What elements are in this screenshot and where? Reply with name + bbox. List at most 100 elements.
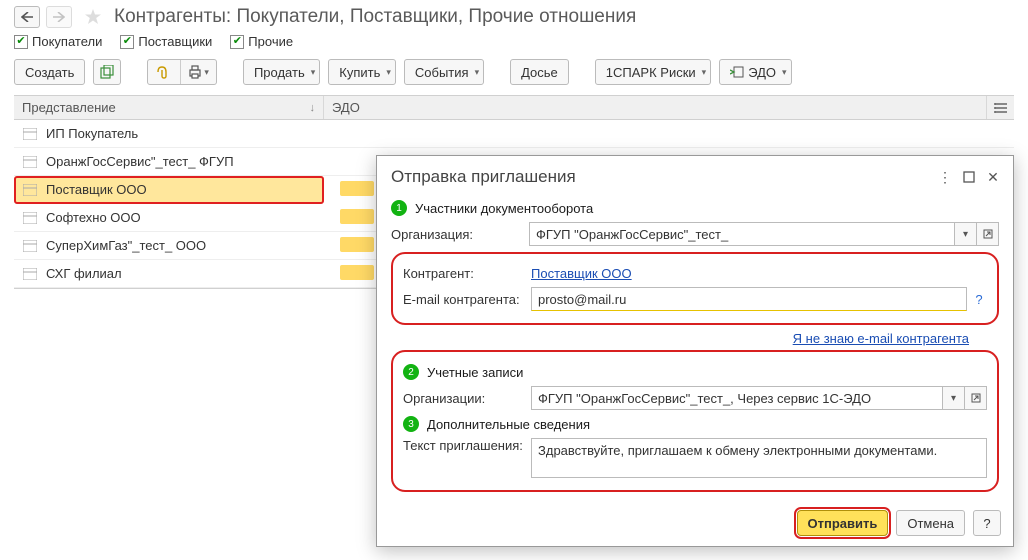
card-icon	[22, 210, 38, 226]
organizations-input[interactable]: ФГУП "ОранжГосСервис"_тест_, Через серви…	[531, 386, 943, 410]
nav-back-button[interactable]	[14, 6, 40, 28]
popup-more-button[interactable]: ⋮	[933, 166, 957, 188]
col-label: Представление	[22, 100, 116, 115]
contractor-link[interactable]: Поставщик ООО	[531, 266, 632, 281]
col-label: ЭДО	[332, 100, 360, 115]
email-input[interactable]: prosto@mail.ru	[531, 287, 967, 311]
table-row[interactable]: Поставщик ООО	[14, 176, 324, 204]
col-presentation-header[interactable]: Представление ↓	[14, 96, 324, 119]
invitation-textarea[interactable]: Здравствуйте, приглашаем к обмену электр…	[531, 438, 987, 478]
contractor-frame: Контрагент: Поставщик ООО E-mail контраг…	[391, 252, 999, 325]
edo-button[interactable]: ЭДО ▾	[719, 59, 791, 85]
accounts-frame: 2 Учетные записи Организации: ФГУП "Оран…	[391, 350, 999, 492]
filter-suppliers[interactable]: ✔ Поставщики	[120, 34, 212, 49]
caret-icon: ▾	[386, 67, 391, 78]
filter-other[interactable]: ✔ Прочие	[230, 34, 293, 49]
step-label: Учетные записи	[427, 365, 523, 380]
sell-button[interactable]: Продать ▾	[243, 59, 320, 85]
organization-label: Организация:	[391, 227, 529, 242]
dossier-button[interactable]: Досье	[510, 59, 569, 85]
table-row[interactable]: ИП Покупатель	[14, 120, 1014, 148]
clip-icon	[155, 65, 169, 79]
open-icon	[971, 393, 981, 403]
favorite-star-icon[interactable]	[82, 6, 104, 28]
attach-print-group: ▾	[147, 59, 217, 85]
spark-label: 1СПАРК Риски	[606, 65, 696, 80]
buy-button[interactable]: Купить ▾	[328, 59, 396, 85]
step-label: Участники документооборота	[415, 201, 593, 216]
edo-status-badge	[340, 209, 374, 224]
filter-buyers[interactable]: ✔ Покупатели	[14, 34, 102, 49]
create-button[interactable]: Создать	[14, 59, 85, 85]
card-icon	[22, 154, 38, 170]
send-button[interactable]: Отправить	[797, 510, 889, 536]
row-text: ИП Покупатель	[46, 126, 1014, 141]
edo-status-badge	[340, 237, 374, 252]
edo-status-badge	[340, 265, 374, 280]
help-icon[interactable]: ?	[971, 292, 987, 307]
open-icon	[983, 229, 993, 239]
copy-button[interactable]	[93, 59, 121, 85]
step-label: Дополнительные сведения	[427, 417, 590, 432]
arrow-right-icon	[53, 12, 65, 22]
popup-close-button[interactable]: ✕	[981, 166, 1005, 188]
caret-icon: ▾	[311, 67, 316, 78]
card-icon	[22, 266, 38, 282]
table-menu-button[interactable]	[986, 96, 1014, 119]
list-icon	[994, 102, 1008, 114]
copy-icon	[100, 65, 114, 79]
toolbar: Создать ▾ Продать ▾ Купить ▾ События▾ Дось…	[0, 59, 1028, 95]
col-edo-header[interactable]: ЭДО	[324, 96, 986, 119]
buy-label: Купить	[339, 65, 380, 80]
arrow-left-icon	[21, 12, 33, 22]
dropdown-button[interactable]: ▾	[943, 386, 965, 410]
filter-label: Покупатели	[32, 34, 102, 49]
maximize-icon	[963, 171, 975, 183]
sell-label: Продать	[254, 65, 305, 80]
filter-label: Прочие	[248, 34, 293, 49]
step-number-badge: 1	[391, 200, 407, 216]
step-number-badge: 3	[403, 416, 419, 432]
open-button[interactable]	[977, 222, 999, 246]
email-label: E-mail контрагента:	[403, 292, 531, 307]
edo-label: ЭДО	[748, 65, 776, 80]
edo-icon	[730, 66, 744, 78]
edo-status-column	[340, 181, 374, 280]
page-title: Контрагенты: Покупатели, Поставщики, Про…	[114, 6, 636, 28]
organization-input[interactable]: ФГУП "ОранжГосСервис"_тест_	[529, 222, 955, 246]
step-number-badge: 2	[403, 364, 419, 380]
card-icon	[22, 126, 38, 142]
checkbox-icon: ✔	[230, 35, 244, 49]
caret-icon: ▾	[475, 67, 480, 78]
printer-icon	[188, 65, 202, 79]
row-text: Поставщик ООО	[46, 182, 324, 197]
spark-button[interactable]: 1СПАРК Риски ▾	[595, 59, 711, 85]
caret-icon: ▾	[782, 67, 787, 78]
popup-maximize-button[interactable]	[957, 166, 981, 188]
sort-arrow-icon: ↓	[310, 102, 316, 114]
help-button[interactable]: ?	[973, 510, 1001, 536]
checkbox-icon: ✔	[120, 35, 134, 49]
invitation-text-label: Текст приглашения:	[403, 438, 531, 453]
nav-forward-button[interactable]	[46, 6, 72, 28]
dropdown-button[interactable]: ▾	[955, 222, 977, 246]
edo-status-badge	[340, 181, 374, 196]
no-email-link[interactable]: Я не знаю e-mail контрагента	[793, 331, 969, 346]
checkbox-icon: ✔	[14, 35, 28, 49]
caret-icon: ▾	[204, 67, 209, 78]
card-icon	[22, 238, 38, 254]
organizations-label: Организации:	[403, 391, 531, 406]
step-1-header: 1 Участники документооборота	[391, 200, 999, 216]
filter-checkbox-row: ✔ Покупатели ✔ Поставщики ✔ Прочие	[0, 32, 1028, 59]
caret-icon: ▾	[702, 67, 707, 78]
events-button[interactable]: События▾	[404, 59, 484, 85]
invitation-popup: Отправка приглашения ⋮ ✕ 1 Участники док…	[376, 155, 1014, 547]
contractor-label: Контрагент:	[403, 266, 531, 281]
print-button[interactable]: ▾	[180, 60, 216, 84]
open-button[interactable]	[965, 386, 987, 410]
cancel-button[interactable]: Отмена	[896, 510, 965, 536]
popup-title: Отправка приглашения	[391, 167, 933, 187]
attach-button[interactable]	[148, 60, 176, 84]
step-2-header: 2 Учетные записи	[403, 364, 987, 380]
card-icon	[22, 182, 38, 198]
